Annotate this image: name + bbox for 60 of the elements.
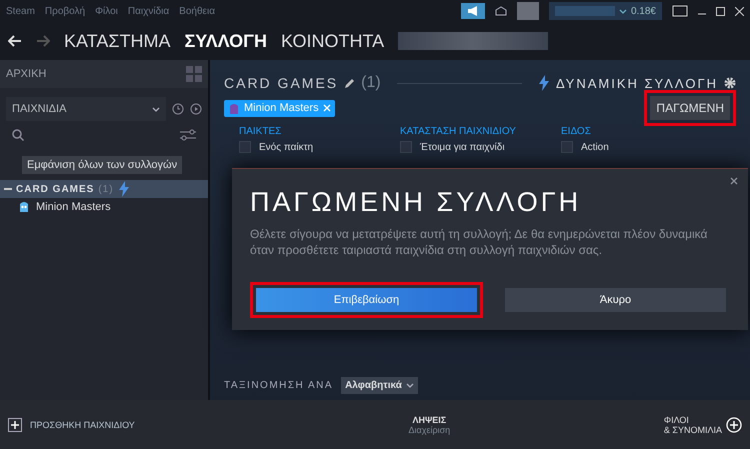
filter-option-label: Ενός παίκτη: [259, 142, 314, 152]
filter-option-label: Έτοιμα για παιχνίδι: [420, 142, 505, 152]
menu-item[interactable]: Βοήθεια: [179, 6, 215, 16]
game-icon: [228, 102, 240, 114]
avatar[interactable]: [516, 2, 539, 20]
caret-icon: [618, 8, 627, 14]
dialog-title: ΠΑΓΩΜΕΝΗ ΣΥΛΛΟΓΗ: [250, 187, 582, 218]
plus-icon: [8, 418, 22, 432]
friends-chat-button[interactable]: ΦΙΛΟΙ & ΣΥΝΟΜΙΛΙΑ: [664, 414, 742, 434]
sort-label: ΤΑΞΙΝΟΜΗΣΗ ΑΝΑ: [224, 380, 334, 391]
filter-heading: ΠΑΙΚΤΕΣ: [239, 126, 282, 137]
games-filter-dropdown[interactable]: ΠΑΙΧΝΙΔΙΑ: [6, 97, 166, 121]
nav-tab[interactable]: ΚΟΙΝΟΤΗΤΑ: [281, 30, 384, 52]
game-item[interactable]: Minion Masters: [36, 201, 111, 213]
menu-item[interactable]: Φίλοι: [95, 6, 118, 16]
checkbox[interactable]: [561, 141, 573, 153]
menu-item[interactable]: Παιχνίδια: [128, 6, 170, 16]
confirm-button[interactable]: Επιβεβαίωση: [256, 288, 477, 312]
freeze-button[interactable]: ΠΑΓΩΜΕΝΗ: [650, 96, 730, 120]
plus-circle-icon: [726, 416, 742, 432]
back-arrow-icon[interactable]: [8, 35, 22, 47]
collection-count: (1): [361, 74, 381, 92]
checkbox[interactable]: [400, 141, 412, 153]
maximize-icon[interactable]: [716, 6, 725, 16]
gear-icon[interactable]: [724, 77, 736, 89]
lightning-bolt-icon: [538, 75, 550, 91]
checkbox[interactable]: [239, 141, 251, 153]
game-icon: [18, 200, 30, 214]
forward-arrow-icon[interactable]: [36, 35, 50, 47]
play-icon[interactable]: [190, 103, 202, 115]
add-game-button[interactable]: ΠΡΟΣΘΗΚΗ ΠΑΙΧΝΙΔΙΟΥ: [8, 418, 135, 432]
chevron-down-icon: [406, 383, 414, 388]
collection-title: CARD GAMES: [224, 75, 338, 91]
chevron-down-icon: [152, 106, 160, 112]
filter-option-label: Action: [581, 142, 609, 152]
megaphone-icon: [466, 6, 479, 16]
nav-tab[interactable]: ΚΑΤΑΣΤΗΜΑ: [64, 30, 170, 52]
tooltip: Εμφάνιση όλων των συλλογών: [22, 156, 182, 174]
nav-tab[interactable]: ΣΥΛΛΟΓΗ: [184, 30, 267, 52]
collection-item[interactable]: CARD GAMES (1): [0, 180, 208, 198]
home-link[interactable]: ΑΡΧΙΚΗ: [6, 68, 46, 80]
dialog-message: Θέλετε σίγουρα να μετατρέψετε αυτή τη συλλογή; Δε θα ενημερώνεται πλέον δυναμικά όταν προσθέτετε ταιριαστά παιχνίδια στη συλλογή παιχνιδιών σας.: [250, 226, 708, 258]
search-icon: [12, 129, 24, 141]
menu-item[interactable]: Steam: [6, 6, 35, 16]
announcement-button[interactable]: [460, 3, 485, 19]
account-dropdown[interactable]: 0.18€: [548, 2, 662, 20]
filter-heading: ΕΙΔΟΣ: [561, 126, 592, 137]
filter-heading: ΚΑΤΑΣΤΑΣΗ ΠΑΙΧΝΙΔΙΟΥ: [400, 126, 517, 137]
collection-type-label: ΔΥΝΑΜΙΚΗ ΣΥΛΛΟΓΗ: [556, 76, 718, 90]
close-icon[interactable]: [735, 6, 744, 16]
pencil-icon[interactable]: [344, 78, 356, 88]
downloads-button[interactable]: ΛΗΨΕΙΣ Διαχείριση: [194, 414, 664, 436]
menu-item[interactable]: Προβολή: [44, 6, 86, 16]
remove-button[interactable]: [322, 104, 331, 112]
close-button[interactable]: [730, 177, 738, 185]
clock-icon[interactable]: [172, 103, 184, 115]
cancel-button[interactable]: Άκυρο: [505, 288, 726, 312]
screen-icon[interactable]: [672, 5, 688, 17]
sort-dropdown[interactable]: Αλφαβητικά: [341, 377, 418, 394]
sliders-icon[interactable]: [180, 129, 196, 141]
